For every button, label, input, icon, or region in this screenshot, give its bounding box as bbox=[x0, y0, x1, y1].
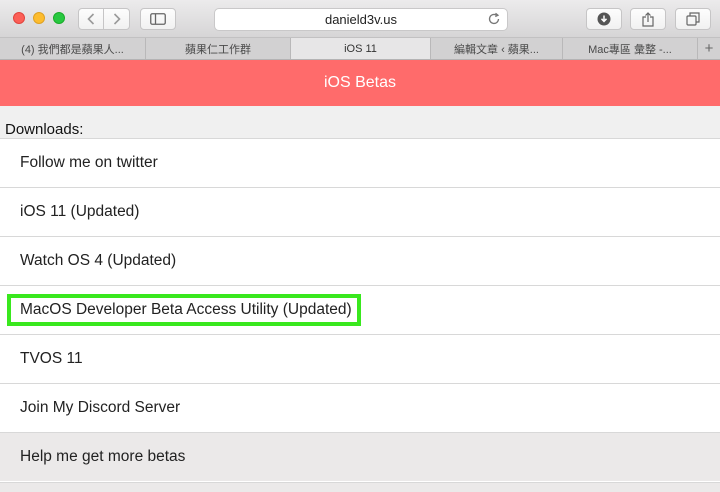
tab-label: iOS 11 bbox=[344, 42, 377, 55]
share-icon bbox=[642, 11, 654, 27]
list-item-discord[interactable]: Join My Discord Server bbox=[0, 383, 720, 432]
new-tab-button[interactable]: + bbox=[698, 38, 720, 59]
tab[interactable]: Mac專區 彙整 -... bbox=[563, 38, 698, 59]
tab-active[interactable]: iOS 11 bbox=[291, 38, 431, 59]
tab-label: 編輯文章 ‹ 蘋果... bbox=[454, 43, 539, 56]
chevron-right-icon bbox=[113, 13, 121, 25]
tab-label: 蘋果仁工作群 bbox=[185, 43, 251, 56]
chevron-left-icon bbox=[87, 13, 95, 25]
list-item-label: Follow me on twitter bbox=[20, 154, 158, 171]
list-item-twitter[interactable]: Follow me on twitter bbox=[0, 138, 720, 187]
download-icon bbox=[597, 12, 611, 26]
list-item-watchos-4[interactable]: Watch OS 4 (Updated) bbox=[0, 236, 720, 285]
close-window-button[interactable] bbox=[13, 12, 25, 24]
plus-icon: + bbox=[704, 40, 714, 57]
page-header-banner: iOS Betas bbox=[0, 60, 720, 106]
downloads-button[interactable] bbox=[586, 8, 622, 30]
list-item-ios-11[interactable]: iOS 11 (Updated) bbox=[0, 187, 720, 236]
section-header bbox=[0, 106, 720, 138]
tab-overview-button[interactable] bbox=[675, 8, 711, 30]
list-item-more-betas[interactable]: Help me get more betas bbox=[0, 432, 720, 481]
list-item-label: Join My Discord Server bbox=[20, 399, 181, 416]
tab[interactable]: 編輯文章 ‹ 蘋果... bbox=[431, 38, 563, 59]
list-item-label: iOS 11 (Updated) bbox=[20, 203, 140, 220]
list-item-label: Watch OS 4 (Updated) bbox=[20, 252, 177, 269]
list-item-label-highlighted: MacOS Developer Beta Access Utility (Upd… bbox=[7, 294, 361, 326]
sidebar-icon bbox=[150, 13, 166, 25]
share-button[interactable] bbox=[630, 8, 666, 30]
navigation-buttons bbox=[78, 8, 130, 30]
tab[interactable]: (4) 我們都是蘋果人... bbox=[0, 38, 146, 59]
section-label: Downloads: bbox=[5, 121, 84, 138]
browser-toolbar: danield3v.us bbox=[0, 0, 720, 38]
tabs-icon bbox=[686, 12, 700, 26]
sidebar-button[interactable] bbox=[140, 8, 176, 30]
page-bottom-edge bbox=[0, 482, 720, 492]
tab-label: (4) 我們都是蘋果人... bbox=[21, 43, 124, 56]
url-text: danield3v.us bbox=[324, 12, 398, 27]
tab-label: Mac專區 彙整 -... bbox=[588, 43, 672, 56]
zoom-window-button[interactable] bbox=[53, 12, 65, 24]
forward-button[interactable] bbox=[104, 8, 130, 30]
back-button[interactable] bbox=[78, 8, 104, 30]
list-item-label: Help me get more betas bbox=[20, 448, 186, 465]
list-item-macos-beta-utility[interactable]: MacOS Developer Beta Access Utility (Upd… bbox=[0, 285, 720, 334]
reload-icon[interactable] bbox=[487, 12, 501, 29]
minimize-window-button[interactable] bbox=[33, 12, 45, 24]
page-title: iOS Betas bbox=[323, 74, 397, 91]
tab[interactable]: 蘋果仁工作群 bbox=[146, 38, 291, 59]
tab-bar: (4) 我們都是蘋果人... 蘋果仁工作群 iOS 11 編輯文章 ‹ 蘋果..… bbox=[0, 38, 720, 60]
list-item-label: TVOS 11 bbox=[20, 350, 83, 367]
address-bar[interactable]: danield3v.us bbox=[214, 8, 508, 31]
download-list: Follow me on twitter iOS 11 (Updated) Wa… bbox=[0, 138, 720, 481]
list-item-tvos-11[interactable]: TVOS 11 bbox=[0, 334, 720, 383]
